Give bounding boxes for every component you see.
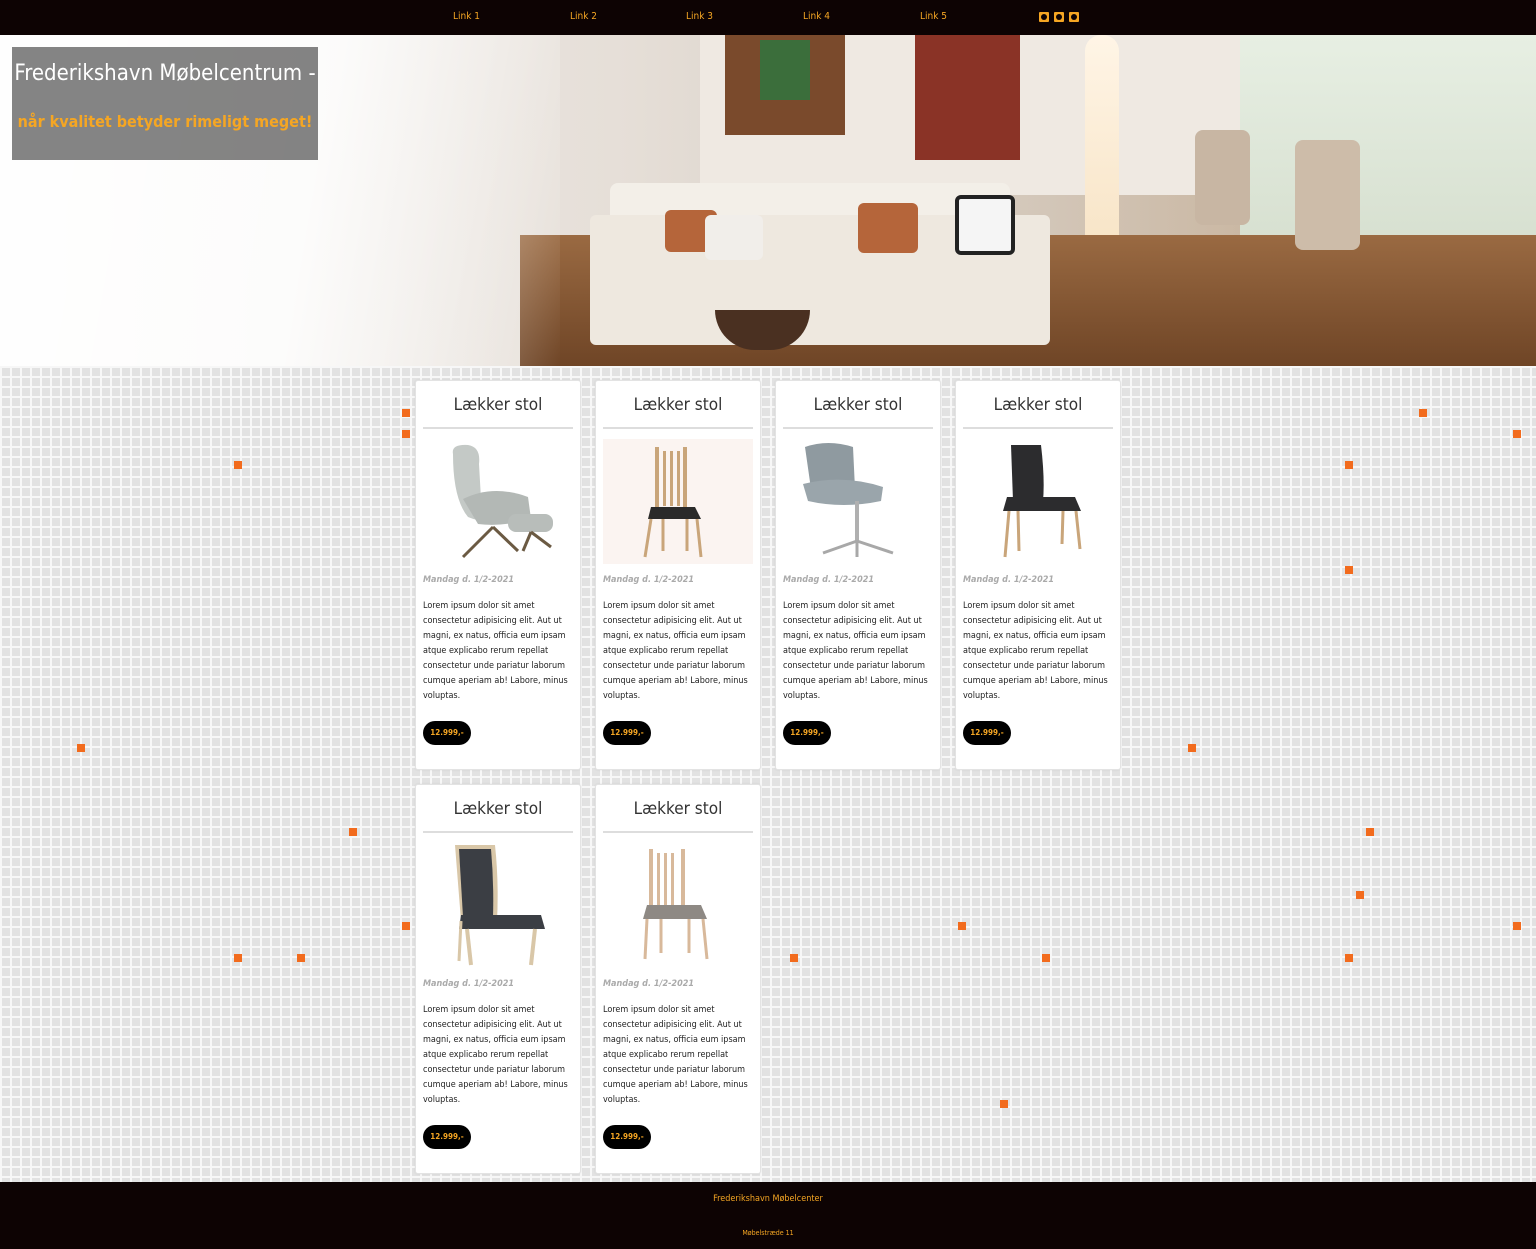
hero-cushion	[858, 203, 918, 253]
nav-link-4[interactable]: Link 4	[803, 11, 830, 22]
product-card: Lækker stol Mandag d. 1/2-2021 Lorem ips…	[775, 380, 941, 770]
hero-dining-chair	[1195, 130, 1250, 225]
product-date: Mandag d. 1/2-2021	[963, 575, 1054, 585]
hero-title: Frederikshavn Møbelcentrum -	[14, 61, 316, 86]
orange-tile	[1345, 566, 1353, 574]
footer: Frederikshavn Møbelcenter Møbelstræde 11	[0, 1182, 1536, 1249]
orange-tile	[402, 430, 410, 438]
black-chair-image	[963, 439, 1113, 564]
product-title: Lækker stol	[993, 395, 1083, 415]
product-description: Lorem ipsum dolor sit amet consectetur a…	[603, 601, 748, 701]
orange-tile	[1188, 744, 1196, 752]
footer-company: Frederikshavn Møbelcenter	[713, 1194, 823, 1204]
orange-tile	[349, 828, 357, 836]
product-date: Mandag d. 1/2-2021	[603, 575, 694, 585]
divider	[423, 831, 573, 833]
hero-dining-chair	[1295, 140, 1360, 250]
divider	[963, 427, 1113, 429]
divider	[423, 427, 573, 429]
orange-tile	[1000, 1100, 1008, 1108]
product-card: Lækker stol Mandag d. 1/2-2021 Lorem ips…	[415, 784, 581, 1174]
product-description: Lorem ipsum dolor sit amet consectetur a…	[423, 601, 568, 701]
mosaic-background	[0, 366, 1536, 1182]
hero-cushion	[705, 215, 763, 260]
product-description: Lorem ipsum dolor sit amet consectetur a…	[423, 1005, 568, 1105]
divider	[783, 427, 933, 429]
twitter-icon[interactable]	[1039, 12, 1049, 22]
facebook-icon[interactable]	[1054, 12, 1064, 22]
orange-tile	[1345, 954, 1353, 962]
orange-tile	[1042, 954, 1050, 962]
product-title: Lækker stol	[453, 799, 543, 819]
wooden-chair-image	[603, 439, 753, 564]
wooden-chair-grey-seat-image	[603, 843, 753, 968]
orange-tile	[790, 954, 798, 962]
orange-tile	[1345, 461, 1353, 469]
instagram-icon[interactable]	[1069, 12, 1079, 22]
grey-chair-image	[423, 843, 573, 968]
nav-link-5[interactable]: Link 5	[920, 11, 947, 22]
swivel-chair-image	[783, 439, 933, 564]
price-button[interactable]: 12.999,-	[603, 1125, 651, 1149]
product-date: Mandag d. 1/2-2021	[423, 575, 514, 585]
social-links	[1039, 12, 1079, 22]
orange-tile	[234, 954, 242, 962]
hero-painting	[725, 35, 845, 135]
orange-tile	[958, 922, 966, 930]
orange-tile	[297, 954, 305, 962]
orange-tile	[1513, 430, 1521, 438]
hero-painting	[915, 35, 1020, 160]
product-card: Lækker stol Mandag d. 1/2-2021 Lorem ips…	[415, 380, 581, 770]
orange-tile	[402, 922, 410, 930]
price-button[interactable]: 12.999,-	[783, 721, 831, 745]
orange-tile	[77, 744, 85, 752]
product-title: Lækker stol	[633, 799, 723, 819]
hero-subtitle: når kvalitet betyder rimeligt meget!	[17, 112, 313, 131]
product-date: Mandag d. 1/2-2021	[603, 979, 694, 989]
top-navigation: Link 1 Link 2 Link 3 Link 4 Link 5	[0, 0, 1536, 35]
hero-lamp	[1085, 35, 1119, 265]
hero-tagline-box: Frederikshavn Møbelcentrum - når kvalite…	[12, 47, 318, 160]
product-description: Lorem ipsum dolor sit amet consectetur a…	[963, 601, 1108, 701]
product-title: Lækker stol	[813, 395, 903, 415]
product-card: Lækker stol Mandag d. 1/2-2021 Lorem ips…	[595, 380, 761, 770]
hero-cushion	[955, 195, 1015, 255]
nav-link-2[interactable]: Link 2	[570, 11, 597, 22]
product-card: Lækker stol Mandag d. 1/2-2021 Lorem ips…	[955, 380, 1121, 770]
hero-window	[1240, 35, 1536, 255]
orange-tile	[234, 461, 242, 469]
price-button[interactable]: 12.999,-	[603, 721, 651, 745]
price-button[interactable]: 12.999,-	[423, 1125, 471, 1149]
divider	[603, 427, 753, 429]
product-description: Lorem ipsum dolor sit amet consectetur a…	[603, 1005, 748, 1105]
product-date: Mandag d. 1/2-2021	[423, 979, 514, 989]
lounge-chair-image	[423, 439, 573, 564]
price-button[interactable]: 12.999,-	[423, 721, 471, 745]
divider	[603, 831, 753, 833]
orange-tile	[402, 409, 410, 417]
nav-link-1[interactable]: Link 1	[453, 11, 480, 22]
product-description: Lorem ipsum dolor sit amet consectetur a…	[783, 601, 928, 701]
product-card: Lækker stol Mandag d. 1/2-2021 Lorem ips…	[595, 784, 761, 1174]
product-date: Mandag d. 1/2-2021	[783, 575, 874, 585]
product-title: Lækker stol	[633, 395, 723, 415]
footer-address: Møbelstræde 11	[742, 1229, 794, 1237]
price-button[interactable]: 12.999,-	[963, 721, 1011, 745]
orange-tile	[1513, 922, 1521, 930]
nav-link-3[interactable]: Link 3	[686, 11, 713, 22]
product-title: Lækker stol	[453, 395, 543, 415]
orange-tile	[1366, 828, 1374, 836]
orange-tile	[1356, 891, 1364, 899]
orange-tile	[1419, 409, 1427, 417]
